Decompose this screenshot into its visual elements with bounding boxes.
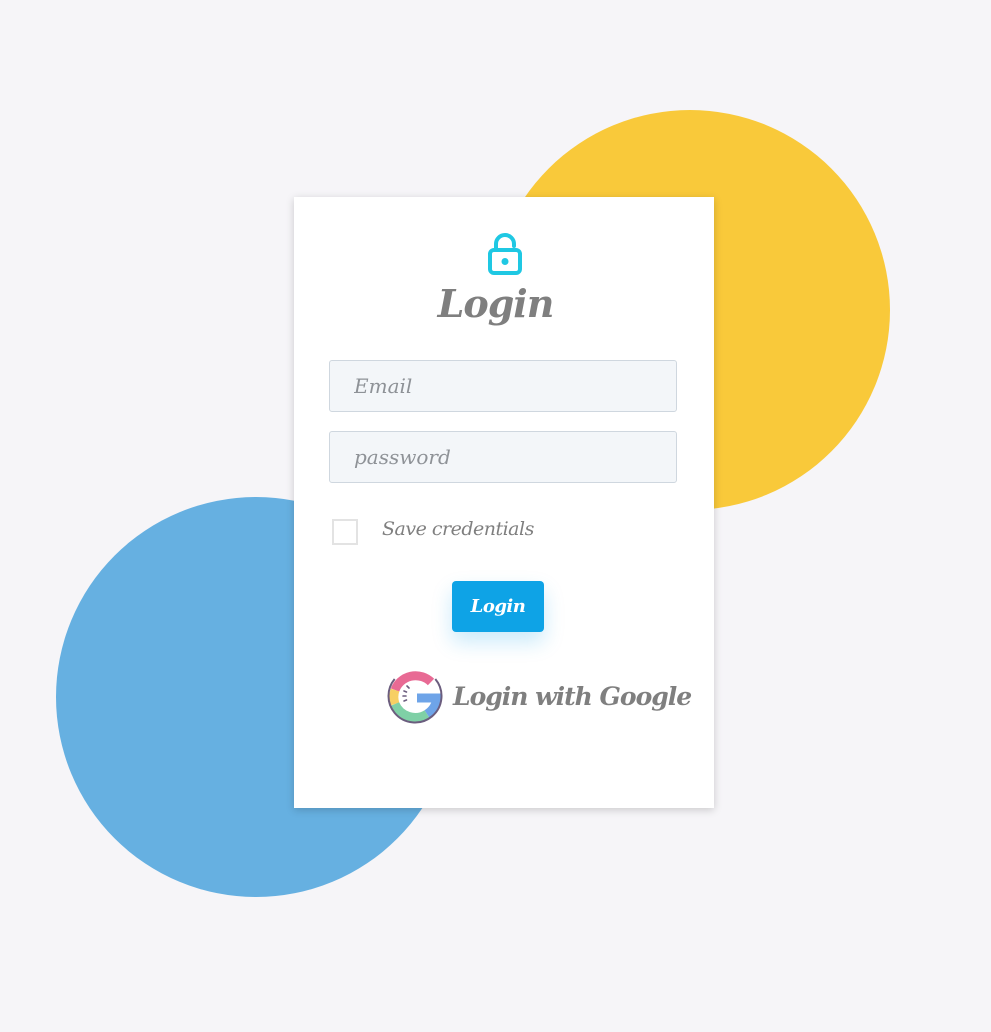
google-icon bbox=[387, 668, 443, 724]
password-field[interactable] bbox=[329, 431, 677, 483]
google-login-label: Login with Google bbox=[453, 681, 692, 711]
login-title: Login bbox=[437, 281, 555, 326]
lock-icon bbox=[487, 232, 523, 276]
google-login-button[interactable]: Login with Google bbox=[387, 667, 692, 725]
login-button[interactable]: Login bbox=[452, 581, 544, 632]
email-field[interactable] bbox=[329, 360, 677, 412]
save-credentials-label: Save credentials bbox=[382, 518, 534, 540]
save-credentials-checkbox[interactable] bbox=[332, 519, 358, 545]
login-page: Login Save credentials Login Login with … bbox=[0, 0, 991, 1032]
